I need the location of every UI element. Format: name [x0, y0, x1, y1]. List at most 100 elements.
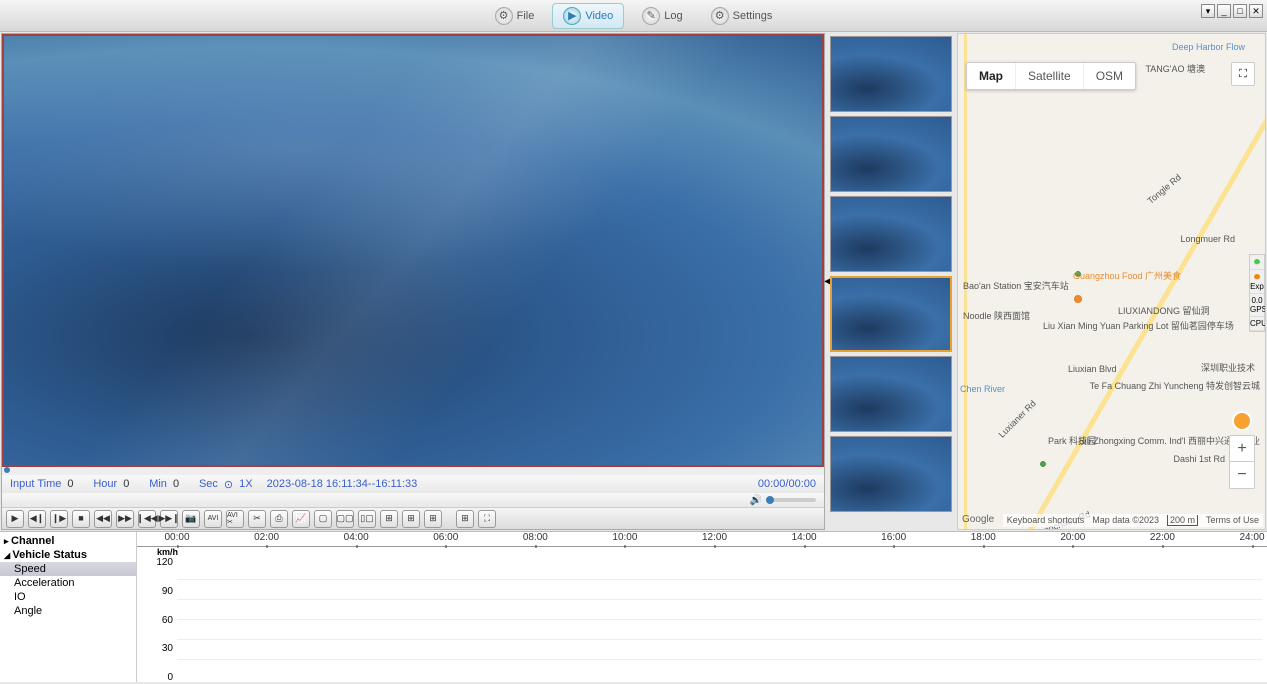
- avi-cut-button[interactable]: AVI✂: [226, 510, 244, 528]
- map-type-osm[interactable]: OSM: [1084, 63, 1135, 89]
- volume-row: 🔊: [2, 493, 824, 507]
- time-tick: 02:00: [254, 532, 279, 543]
- map-type-map[interactable]: Map: [967, 63, 1016, 89]
- thumbnail-2[interactable]: [830, 116, 952, 192]
- window-controls: ▾ _ □ ✕: [1201, 4, 1263, 18]
- time-tick: 10:00: [612, 532, 637, 543]
- seek-cursor[interactable]: [4, 467, 10, 473]
- window-minimize-button[interactable]: _: [1217, 4, 1231, 18]
- skip-fwd-button[interactable]: ▶▶❙: [160, 510, 178, 528]
- map-label-chen-river: Chen River: [960, 384, 1005, 394]
- settings-grid-button[interactable]: ⊞: [456, 510, 474, 528]
- volume-thumb[interactable]: [766, 496, 774, 504]
- map-label-park: Park 科技园: [1048, 434, 1096, 447]
- layout-4-button[interactable]: ⊞: [380, 510, 398, 528]
- volume-slider[interactable]: [766, 498, 816, 502]
- tree-channel[interactable]: Channel: [0, 534, 136, 548]
- map-label-deep-harbor: Deep Harbor Flow: [1172, 42, 1245, 52]
- layout-9-button[interactable]: ⊞: [424, 510, 442, 528]
- map-label-longmuer: Longmuer Rd: [1180, 234, 1235, 244]
- map-panel[interactable]: Deep Harbor Flow TANG'AO 塘澳 Bao'an Stati…: [957, 33, 1266, 530]
- thumbnail-6[interactable]: [830, 436, 952, 512]
- status-dot-green: [1254, 259, 1260, 265]
- window-pin-button[interactable]: ▾: [1201, 4, 1215, 18]
- window-maximize-button[interactable]: □: [1233, 4, 1247, 18]
- layout-6-button[interactable]: ⊞: [402, 510, 420, 528]
- tree-vehicle-status[interactable]: Vehicle Status: [0, 548, 136, 562]
- attrib-terms[interactable]: Terms of Use: [1206, 515, 1259, 526]
- rewind-button[interactable]: ◀◀: [94, 510, 112, 528]
- play-button[interactable]: ▶: [6, 510, 24, 528]
- speed-label: 1X: [239, 478, 252, 490]
- y-axis-unit: km/h: [157, 547, 178, 557]
- fullscreen-button[interactable]: ⛶: [478, 510, 496, 528]
- time-tick: 08:00: [523, 532, 548, 543]
- seek-bar[interactable]: [2, 467, 824, 475]
- tab-settings[interactable]: ⚙Settings: [701, 3, 783, 29]
- tab-video[interactable]: ▶Video: [552, 3, 624, 29]
- thumbnail-3[interactable]: [830, 196, 952, 272]
- map-label-tefa: Te Fa Chuang Zhi Yuncheng 特发创智云城: [1090, 379, 1260, 392]
- min-field[interactable]: [173, 478, 193, 490]
- step-back-button[interactable]: ◀❙: [28, 510, 46, 528]
- gauge-exp: Exp: [1250, 282, 1264, 291]
- thumbnail-1[interactable]: [830, 36, 952, 112]
- tree-acceleration[interactable]: Acceleration: [0, 576, 136, 590]
- tab-log[interactable]: ✎ Log: [632, 3, 692, 29]
- layout-3-button[interactable]: ▯▢: [358, 510, 376, 528]
- time-tick: 24:00: [1239, 532, 1264, 543]
- map-fullscreen-button[interactable]: ⛶: [1231, 62, 1255, 86]
- snapshot-button[interactable]: 📷: [182, 510, 200, 528]
- tree-speed[interactable]: Speed: [0, 562, 136, 576]
- min-label: Min: [149, 478, 167, 490]
- map-type-satellite[interactable]: Satellite: [1016, 63, 1084, 89]
- curve-button[interactable]: 📈: [292, 510, 310, 528]
- stop-button[interactable]: ■: [72, 510, 90, 528]
- chart-area[interactable]: [177, 560, 1262, 677]
- zoom-out-button[interactable]: −: [1230, 462, 1254, 488]
- go-icon[interactable]: ⊙: [224, 478, 233, 491]
- forward-button[interactable]: ▶▶: [116, 510, 134, 528]
- window-close-button[interactable]: ✕: [1249, 4, 1263, 18]
- log-icon: ✎: [642, 7, 660, 25]
- volume-icon[interactable]: 🔊: [750, 495, 762, 506]
- tab-file[interactable]: ⚙File: [485, 3, 545, 29]
- gauge-gps: 0.0 GPS: [1250, 294, 1264, 317]
- map-label-dashi: Dashi 1st Rd: [1173, 454, 1225, 464]
- tab-log-label: Log: [664, 10, 682, 22]
- input-time-field[interactable]: [67, 478, 87, 490]
- attrib-scale: 200 m: [1167, 515, 1198, 526]
- tree-angle[interactable]: Angle: [0, 604, 136, 618]
- cut-button[interactable]: ✂: [248, 510, 266, 528]
- y-tick: 90: [143, 586, 173, 597]
- attrib-shortcuts[interactable]: Keyboard shortcuts: [1007, 515, 1085, 526]
- layout-2-button[interactable]: ▢▢: [336, 510, 354, 528]
- print-button[interactable]: ⎙: [270, 510, 288, 528]
- map-label-baoan: Bao'an Station 宝安汽车站: [963, 279, 1069, 292]
- thumbnail-5[interactable]: [830, 356, 952, 432]
- hour-field[interactable]: [123, 478, 143, 490]
- hour-label: Hour: [93, 478, 117, 490]
- step-fwd-button[interactable]: ❙▶: [50, 510, 68, 528]
- top-toolbar: ⚙File ▶Video ✎ Log ⚙Settings ▾ _ □ ✕: [0, 0, 1267, 32]
- y-tick: 30: [143, 643, 173, 654]
- map-label-tangao: TANG'AO 塘澳: [1145, 62, 1205, 75]
- avi-button[interactable]: AVI: [204, 510, 222, 528]
- time-tick: 16:00: [881, 532, 906, 543]
- status-dot-orange: [1254, 274, 1260, 280]
- layout-1-button[interactable]: ▢: [314, 510, 332, 528]
- main-tabs: ⚙File ▶Video ✎ Log ⚙Settings: [485, 3, 783, 29]
- skip-back-button[interactable]: ❙◀◀: [138, 510, 156, 528]
- tree-io[interactable]: IO: [0, 590, 136, 604]
- time-tick: 18:00: [971, 532, 996, 543]
- pegman-icon[interactable]: [1232, 411, 1252, 431]
- video-main-view[interactable]: [2, 34, 824, 467]
- time-counter: 00:00/00:00: [758, 478, 816, 490]
- file-icon: ⚙: [495, 7, 513, 25]
- chart-panel: 00:0002:0004:0006:0008:0010:0012:0014:00…: [137, 532, 1267, 682]
- thumbnail-4[interactable]: [830, 276, 952, 352]
- settings-icon: ⚙: [711, 7, 729, 25]
- time-axis: 00:0002:0004:0006:0008:0010:0012:0014:00…: [137, 532, 1267, 547]
- time-tick: 20:00: [1060, 532, 1085, 543]
- zoom-in-button[interactable]: +: [1230, 436, 1254, 462]
